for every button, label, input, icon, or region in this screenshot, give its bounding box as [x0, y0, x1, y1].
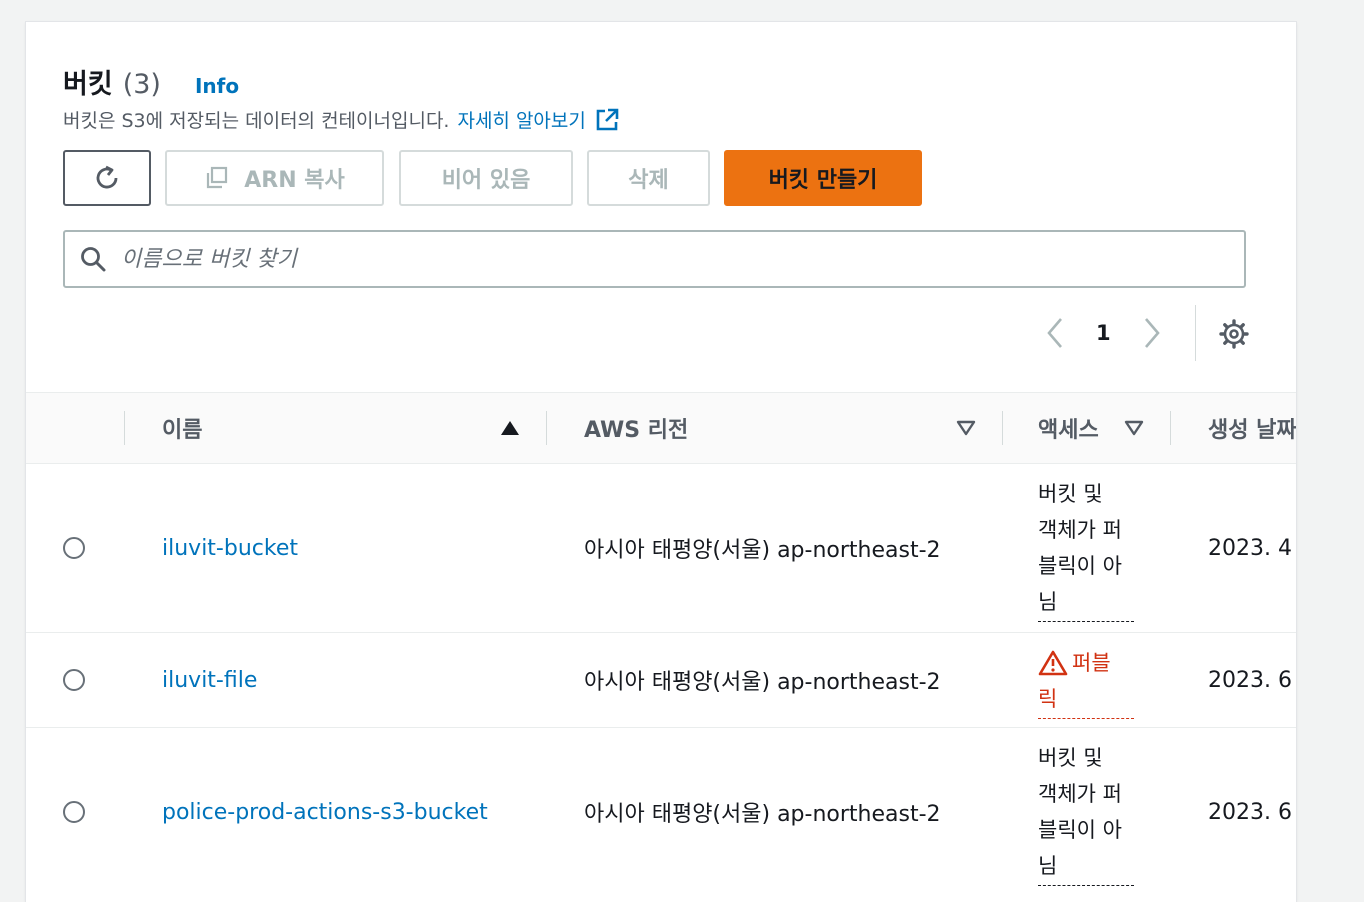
column-divider	[1170, 411, 1171, 445]
bucket-count: (3)	[122, 69, 161, 100]
access-status-public: 퍼블 릭	[1038, 645, 1138, 719]
pagination-divider	[1195, 305, 1196, 361]
table-row: iluvit-file 아시아 태평양(서울) ap-northeast-2 퍼…	[26, 633, 1296, 728]
gear-icon[interactable]	[1218, 318, 1250, 350]
bucket-created-date: 2023. 6	[1208, 667, 1292, 693]
column-header-access[interactable]: 액세스	[1038, 393, 1099, 463]
bucket-region: 아시아 태평양(서울) ap-northeast-2	[584, 670, 941, 695]
panel-header: 버킷 (3) Info	[63, 62, 239, 101]
access-status: 버킷 및 객체가 퍼 블릭이 아 님	[1038, 476, 1138, 622]
previous-page-icon[interactable]	[1044, 316, 1066, 350]
access-line: 님	[1038, 848, 1134, 886]
access-line: 릭	[1038, 681, 1134, 719]
bucket-region: 아시아 태평양(서울) ap-northeast-2	[584, 538, 941, 563]
row-select-radio[interactable]	[63, 537, 85, 559]
current-page[interactable]: 1	[1096, 321, 1111, 345]
bucket-name-link[interactable]: iluvit-file	[162, 668, 257, 693]
sort-icon[interactable]	[956, 419, 976, 437]
access-line: 블릭이 아	[1038, 818, 1122, 842]
bucket-name-link[interactable]: police-prod-actions-s3-bucket	[162, 800, 488, 825]
page-title: 버킷	[63, 69, 113, 100]
column-header-created[interactable]: 생성 날짜	[1208, 393, 1296, 463]
learn-more-link[interactable]: 자세히 알아보기	[457, 106, 585, 133]
refresh-button[interactable]	[63, 150, 151, 206]
delete-button[interactable]: 삭제	[587, 150, 710, 206]
create-bucket-button[interactable]: 버킷 만들기	[724, 150, 922, 206]
external-link-icon[interactable]	[594, 107, 620, 133]
access-line: 버킷 및	[1038, 746, 1103, 770]
buckets-panel: 버킷 (3) Info 버킷은 S3에 저장되는 데이터의 컨테이너입니다. 자…	[26, 22, 1296, 902]
search-box	[63, 230, 1246, 288]
description-text: 버킷은 S3에 저장되는 데이터의 컨테이너입니다.	[63, 110, 450, 132]
refresh-icon	[91, 162, 123, 194]
access-line: 객체가 퍼	[1038, 518, 1122, 542]
table-header: 이름 AWS 리전 액세스 생성 날짜	[26, 392, 1296, 464]
access-line: 버킷 및	[1038, 482, 1103, 506]
bucket-region: 아시아 태평양(서울) ap-northeast-2	[584, 802, 941, 827]
column-header-region[interactable]: AWS 리전	[584, 393, 688, 463]
column-divider	[1002, 411, 1003, 445]
access-line: 퍼블	[1072, 651, 1111, 675]
search-icon	[79, 245, 107, 273]
column-divider	[124, 411, 125, 445]
table-row: police-prod-actions-s3-bucket 아시아 태평양(서울…	[26, 728, 1296, 896]
pagination: 1	[1044, 308, 1163, 358]
warning-icon	[1038, 649, 1068, 677]
access-line: 객체가 퍼	[1038, 782, 1122, 806]
copy-arn-label: ARN 복사	[244, 168, 345, 193]
search-input[interactable]	[119, 245, 1123, 273]
column-header-name[interactable]: 이름	[162, 393, 202, 463]
sort-ascending-icon[interactable]	[500, 419, 520, 437]
copy-icon	[204, 165, 230, 191]
copy-arn-button[interactable]: ARN 복사	[165, 150, 384, 206]
bucket-created-date: 2023. 4	[1208, 535, 1292, 561]
next-page-icon[interactable]	[1141, 316, 1163, 350]
row-select-radio[interactable]	[63, 669, 85, 691]
sort-icon[interactable]	[1124, 419, 1144, 437]
access-status: 버킷 및 객체가 퍼 블릭이 아 님	[1038, 740, 1138, 886]
bucket-name-link[interactable]: iluvit-bucket	[162, 536, 298, 561]
column-divider	[546, 411, 547, 445]
info-link[interactable]: Info	[195, 74, 239, 98]
table-row: iluvit-bucket 아시아 태평양(서울) ap-northeast-2…	[26, 464, 1296, 633]
panel-description: 버킷은 S3에 저장되는 데이터의 컨테이너입니다. 자세히 알아보기	[63, 106, 620, 133]
buckets-table: 이름 AWS 리전 액세스 생성 날짜 iluvit-bucket 아시아 태평…	[26, 392, 1296, 896]
bucket-created-date: 2023. 6	[1208, 799, 1292, 825]
row-select-radio[interactable]	[63, 801, 85, 823]
empty-bucket-button[interactable]: 비어 있음	[399, 150, 573, 206]
access-line: 님	[1038, 584, 1134, 622]
access-line: 블릭이 아	[1038, 554, 1122, 578]
